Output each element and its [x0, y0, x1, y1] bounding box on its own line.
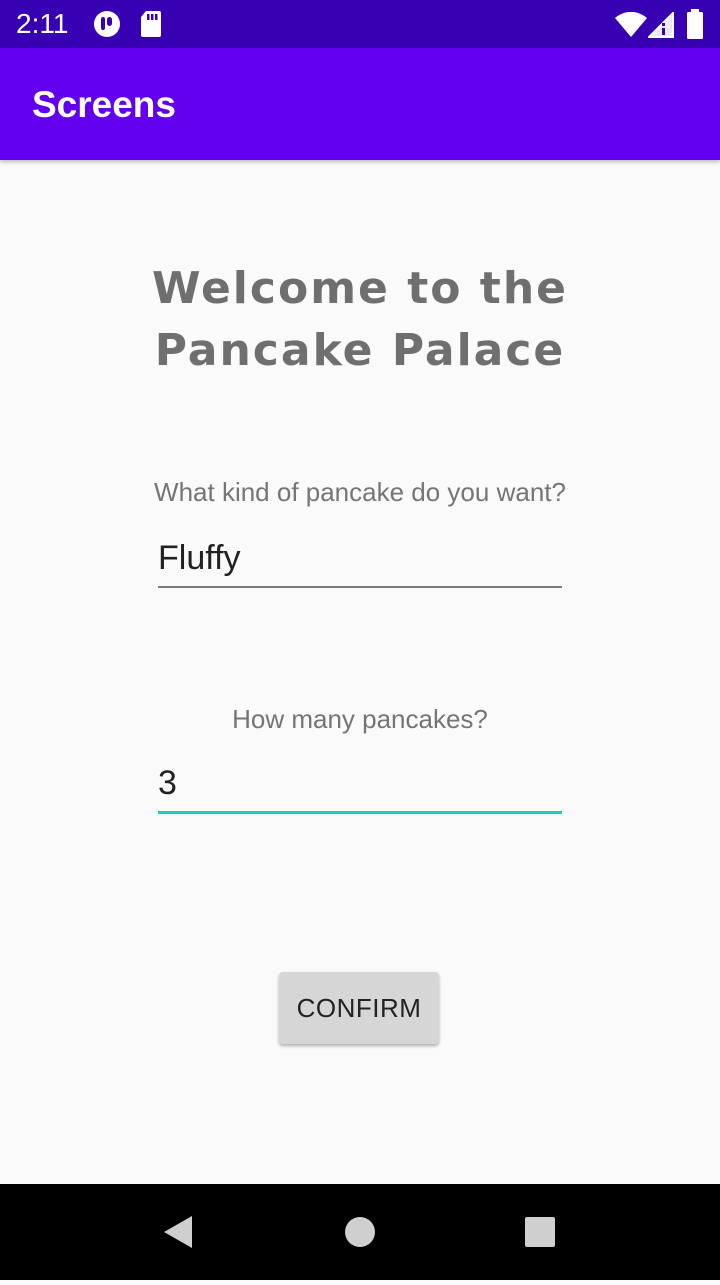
sd-card-icon [140, 10, 162, 43]
battery-icon [686, 9, 704, 44]
home-icon[interactable] [330, 1184, 390, 1280]
pancake-kind-value: Fluffy [158, 539, 241, 577]
status-time: 2:11 [16, 8, 69, 39]
nav-bar [0, 1184, 720, 1280]
app-title: Screens [32, 84, 176, 125]
pancake-kind-input[interactable]: Fluffy [158, 538, 562, 588]
wifi-icon [614, 11, 648, 43]
status-bar: 2:11 [0, 0, 720, 48]
notification-app-icon [93, 10, 121, 43]
back-icon[interactable] [150, 1184, 210, 1280]
pancake-count-label: How many pancakes? [232, 704, 488, 734]
recents-icon[interactable] [510, 1184, 570, 1280]
welcome-heading: Welcome to the Pancake Palace [152, 263, 568, 376]
pancake-count-input[interactable]: 3 [158, 763, 562, 814]
confirm-button[interactable]: CONFIRM [279, 972, 439, 1044]
pancake-count-value: 3 [158, 764, 177, 802]
app-bar: Screens [0, 48, 720, 160]
signal-icon [646, 10, 674, 43]
pancake-kind-label: What kind of pancake do you want? [154, 477, 566, 507]
